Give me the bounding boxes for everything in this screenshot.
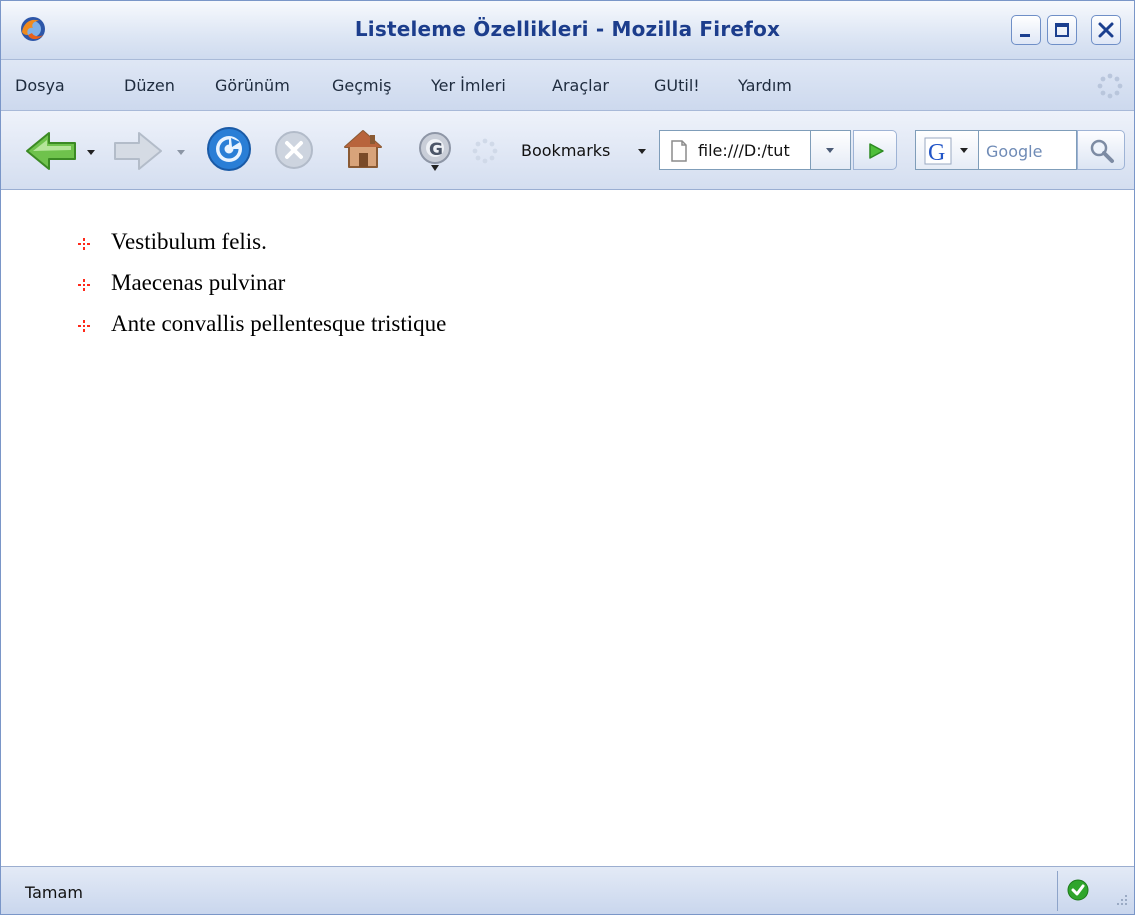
- menu-gecmis[interactable]: Geçmiş: [332, 76, 391, 95]
- menu-duzen[interactable]: Düzen: [124, 76, 175, 95]
- status-bar: Tamam: [1, 866, 1134, 914]
- bookmarks-button[interactable]: Bookmarks: [521, 141, 610, 160]
- bullet-icon: [78, 238, 90, 250]
- toolbar-throbber-icon: [472, 138, 498, 164]
- resize-grip-icon[interactable]: [1107, 889, 1131, 913]
- forward-dropdown-arrow-icon[interactable]: [177, 150, 185, 155]
- navigation-toolbar: G Bookmarks file:///D:/tut G Google: [1, 111, 1134, 190]
- menu-araclar[interactable]: Araçlar: [552, 76, 609, 95]
- menu-yer-imleri[interactable]: Yer İmleri: [431, 76, 506, 95]
- check-icon[interactable]: [1067, 879, 1089, 901]
- minimize-icon: [1020, 34, 1030, 37]
- maximize-button[interactable]: [1047, 15, 1077, 45]
- bookmarks-dropdown-arrow-icon[interactable]: [638, 149, 646, 154]
- svg-text:G: G: [928, 140, 945, 165]
- google-icon: G: [924, 137, 952, 165]
- svg-text:G: G: [429, 140, 443, 160]
- bullet-icon: [78, 320, 90, 332]
- title-bar[interactable]: Listeleme Özellikleri - Mozilla Firefox: [1, 1, 1134, 60]
- url-history-dropdown[interactable]: [811, 130, 851, 170]
- menu-gutil[interactable]: GUtil!: [654, 76, 700, 95]
- close-icon: [1098, 22, 1114, 38]
- menu-dosya[interactable]: Dosya: [15, 76, 65, 95]
- back-dropdown-arrow-icon[interactable]: [87, 150, 95, 155]
- maximize-icon: [1055, 23, 1069, 37]
- search-engine-selector[interactable]: G: [915, 130, 979, 170]
- search-button[interactable]: [1077, 130, 1125, 170]
- back-icon[interactable]: [23, 131, 79, 171]
- home-icon[interactable]: [341, 127, 385, 171]
- page-icon: [671, 140, 687, 162]
- url-text[interactable]: file:///D:/tut: [698, 141, 808, 160]
- list-item-text: Maecenas pulvinar: [111, 270, 286, 295]
- menu-yardim[interactable]: Yardım: [738, 76, 792, 95]
- go-button[interactable]: [853, 130, 897, 170]
- bullet-icon: [78, 279, 90, 291]
- minimize-button[interactable]: [1011, 15, 1041, 45]
- list-item-text: Vestibulum felis.: [111, 229, 267, 254]
- menu-bar: Dosya Düzen Görünüm Geçmiş Yer İmleri Ar…: [1, 60, 1134, 111]
- magnifier-icon: [1090, 139, 1114, 163]
- stop-icon[interactable]: [273, 129, 315, 171]
- page-content: Vestibulum felis. Maecenas pulvinar Ante…: [1, 190, 1134, 865]
- throbber-icon: [1097, 73, 1123, 99]
- status-divider: [1057, 871, 1058, 911]
- menu-gorunum[interactable]: Görünüm: [215, 76, 290, 95]
- search-input[interactable]: Google: [979, 130, 1077, 170]
- search-engine-dropdown-arrow-icon: [960, 148, 968, 153]
- browser-window: Listeleme Özellikleri - Mozilla Firefox …: [0, 0, 1135, 915]
- forward-icon[interactable]: [113, 131, 165, 171]
- close-button[interactable]: [1091, 15, 1121, 45]
- list-item-text: Ante convallis pellentesque tristique: [111, 311, 447, 336]
- chevron-down-icon: [826, 148, 834, 153]
- window-title: Listeleme Özellikleri - Mozilla Firefox: [354, 17, 781, 41]
- status-text: Tamam: [25, 883, 83, 902]
- go-icon: [869, 143, 884, 159]
- search-placeholder: Google: [986, 142, 1043, 161]
- url-field[interactable]: file:///D:/tut: [659, 130, 811, 170]
- reload-icon[interactable]: [205, 125, 253, 173]
- gutil-gear-icon[interactable]: G: [415, 129, 455, 173]
